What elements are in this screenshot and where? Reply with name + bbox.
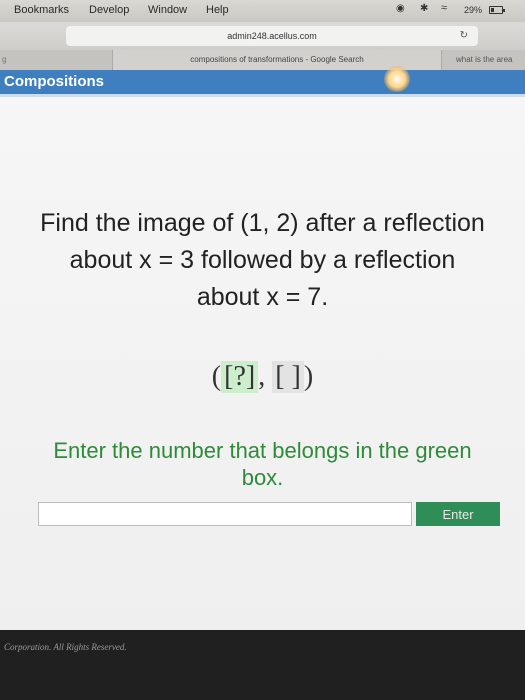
wifi-icon[interactable]: ≈ <box>441 2 447 14</box>
battery-level <box>491 8 494 12</box>
instruction-text: Enter the number that belongs in the gre… <box>53 438 472 490</box>
menu-window[interactable]: Window <box>148 4 187 16</box>
menu-develop[interactable]: Develop <box>89 4 129 16</box>
enter-button[interactable]: Enter <box>416 502 500 526</box>
tab-area-search[interactable]: what is the area <box>456 50 512 70</box>
answer-input[interactable] <box>38 502 412 526</box>
close-paren: ) <box>303 361 314 392</box>
green-answer-box: [?] <box>221 361 259 393</box>
battery-percent[interactable]: 29% <box>464 5 482 15</box>
menu-bookmarks[interactable]: Bookmarks <box>14 4 69 16</box>
status-menu-icon[interactable]: ◉ <box>396 3 405 14</box>
lesson-title: Compositions <box>4 73 104 90</box>
answer-template: ([?], [ ]) <box>0 361 525 393</box>
gray-answer-box: [ ] <box>272 361 304 393</box>
problem-panel: Find the image of (1, 2) after a reflect… <box>0 97 525 630</box>
tab-google-icon[interactable]: g <box>2 50 6 70</box>
url-text: admin248.acellus.com <box>227 31 317 41</box>
template-separator: , <box>258 361 273 392</box>
tab-bar: g compositions of transformations - Goog… <box>0 50 525 70</box>
reload-icon[interactable]: ↻ <box>460 26 468 46</box>
copyright-text: Corporation. All Rights Reserved. <box>4 642 127 652</box>
battery-icon[interactable] <box>489 6 505 14</box>
bluetooth-icon[interactable]: ✱ <box>420 3 428 14</box>
footer: Corporation. All Rights Reserved. <box>0 630 525 700</box>
lesson-header: Compositions <box>0 70 525 94</box>
browser-toolbar: admin248.acellus.com ↻ <box>0 22 525 50</box>
address-bar[interactable]: admin248.acellus.com ↻ <box>66 26 478 46</box>
tab-google-search[interactable]: compositions of transformations - Google… <box>112 50 442 70</box>
question-text: Find the image of (1, 2) after a reflect… <box>40 209 485 311</box>
menu-help[interactable]: Help <box>206 4 229 16</box>
open-paren: ( <box>211 361 222 392</box>
menu-bar: Bookmarks Develop Window Help ◉ ✱ ≈ 29% <box>0 0 525 22</box>
